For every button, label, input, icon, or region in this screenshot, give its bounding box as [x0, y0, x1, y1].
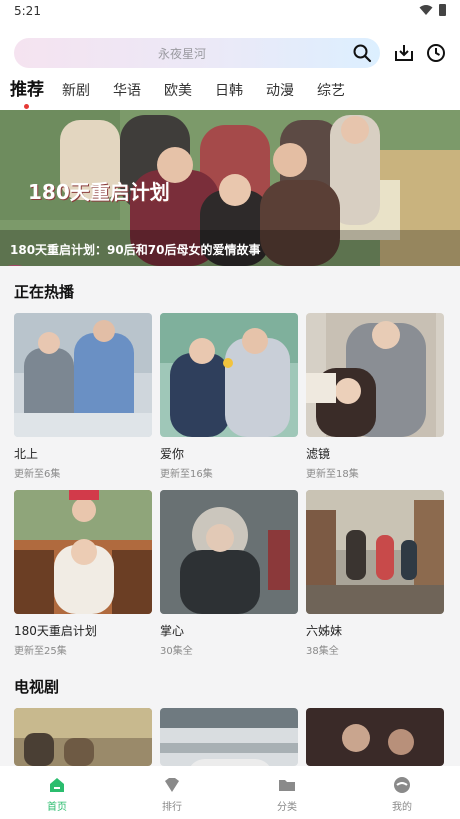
banner-logo: 180天重启计划 — [28, 180, 170, 204]
poster — [160, 490, 298, 614]
nav-label: 我的 — [392, 802, 412, 813]
profile-icon — [394, 777, 410, 793]
poster-image — [160, 490, 298, 614]
card-title: 掌心 — [160, 624, 185, 638]
media-card[interactable]: 北上 更新至6集 — [14, 313, 152, 480]
media-card[interactable]: 掌心 30集全 — [160, 490, 298, 657]
search-input[interactable]: 永夜星河 — [14, 38, 380, 68]
card-title: 六姊妹 — [306, 624, 343, 638]
tab-chinese[interactable]: 华语 — [113, 80, 141, 104]
poster — [160, 708, 298, 766]
banner-caption: 180天重启计划：90后和70后母女的爱情故事 — [10, 243, 261, 257]
active-tab-dot — [24, 104, 29, 109]
poster — [14, 313, 152, 437]
media-card[interactable]: 180天重启计划 更新至25集 — [14, 490, 152, 657]
tab-recommend[interactable]: 推荐 — [10, 75, 44, 109]
nav-label: 首页 — [47, 802, 67, 813]
poster — [306, 313, 444, 437]
poster — [160, 313, 298, 437]
poster — [306, 490, 444, 614]
nav-label: 分类 — [277, 802, 297, 813]
wifi-icon — [419, 5, 433, 15]
nav-category[interactable]: 分类 — [257, 776, 317, 813]
tab-western[interactable]: 欧美 — [164, 80, 192, 104]
card-title: 爱你 — [160, 447, 185, 461]
poster-image — [306, 708, 444, 766]
status-bar: 5:21 — [0, 0, 460, 24]
home-icon — [50, 778, 64, 792]
card-title: 180天重启计划 — [14, 624, 97, 638]
poster-image — [160, 708, 298, 766]
card-subtitle: 30集全 — [160, 646, 193, 657]
nav-profile[interactable]: 我的 — [372, 776, 432, 813]
card-subtitle: 更新至6集 — [14, 469, 61, 480]
tab-anime[interactable]: 动漫 — [266, 80, 294, 104]
card-subtitle: 更新至25集 — [14, 646, 67, 657]
poster — [306, 708, 444, 766]
folder-icon — [279, 780, 295, 791]
card-title: 北上 — [14, 447, 39, 461]
nav-label: 排行 — [162, 802, 182, 813]
media-card[interactable] — [14, 708, 152, 766]
poster-image — [306, 490, 444, 614]
poster-image — [306, 313, 444, 437]
tab-variety[interactable]: 综艺 — [317, 80, 345, 104]
poster-image — [14, 313, 152, 437]
nav-home[interactable]: 首页 — [27, 776, 87, 813]
card-subtitle: 更新至16集 — [160, 469, 213, 480]
search-icon[interactable] — [352, 43, 372, 63]
card-subtitle: 38集全 — [306, 646, 339, 657]
history-icon[interactable] — [426, 43, 446, 63]
card-title: 滤镜 — [306, 447, 331, 461]
download-icon[interactable] — [394, 43, 414, 63]
media-card[interactable]: 六姊妹 38集全 — [306, 490, 444, 657]
poster-image — [14, 708, 152, 766]
media-card[interactable] — [306, 708, 444, 766]
tab-japan-korea[interactable]: 日韩 — [215, 80, 243, 104]
media-card[interactable]: 爱你 更新至16集 — [160, 313, 298, 480]
poster-image — [160, 313, 298, 437]
nav-rank[interactable]: 排行 — [142, 776, 202, 813]
featured-banner[interactable]: 180天重启计划 180天重启计划：90后和70后母女的爱情故事 — [0, 110, 460, 266]
tab-new-drama[interactable]: 新剧 — [62, 80, 90, 104]
status-icons — [419, 4, 446, 16]
poster — [14, 708, 152, 766]
media-card[interactable] — [160, 708, 298, 766]
tab-label: 推荐 — [10, 80, 44, 100]
search-row: 永夜星河 — [14, 38, 446, 68]
poster-image — [14, 490, 152, 614]
battery-icon — [439, 4, 446, 16]
status-time: 5:21 — [14, 4, 41, 18]
section-title-tv: 电视剧 — [14, 678, 60, 696]
poster — [14, 490, 152, 614]
bottom-nav: 首页 排行 分类 我的 — [0, 766, 460, 819]
card-subtitle: 更新至18集 — [306, 469, 359, 480]
search-placeholder: 永夜星河 — [157, 47, 206, 61]
section-title-hot: 正在热播 — [14, 283, 75, 301]
rank-icon — [165, 778, 179, 792]
category-tabs: 推荐 新剧 华语 欧美 日韩 动漫 综艺 — [10, 75, 368, 109]
media-card[interactable]: 滤镜 更新至18集 — [306, 313, 444, 480]
